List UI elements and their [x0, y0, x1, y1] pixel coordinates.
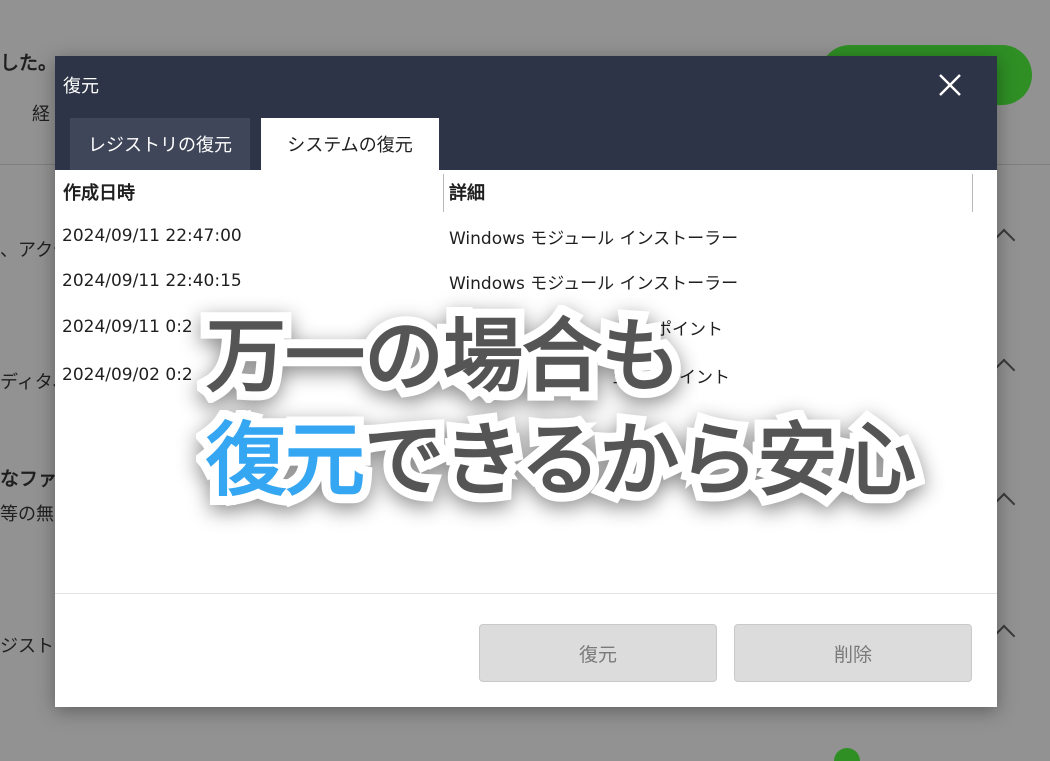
- column-resize-handle[interactable]: [972, 174, 973, 212]
- restore-button[interactable]: 復元: [479, 624, 717, 682]
- tab-system-restore[interactable]: システムの復元: [261, 118, 439, 170]
- row-date: 2024/09/11 0:2: [62, 317, 193, 337]
- footer-divider: [55, 593, 997, 594]
- close-icon: [939, 74, 961, 96]
- row-date: 2024/09/02 0:2: [62, 365, 193, 385]
- close-button[interactable]: [929, 64, 971, 106]
- dialog-title: 復元: [63, 76, 99, 97]
- tab-registry-restore[interactable]: レジストリの復元: [70, 118, 250, 170]
- overlay-headline-line-2: 復元できるから安心: [197, 396, 925, 516]
- column-header-detail[interactable]: 詳細: [449, 170, 969, 214]
- dialog-titlebar: 復元 レジストリの復元 システムの復元: [55, 56, 997, 170]
- column-header-created[interactable]: 作成日時: [63, 170, 443, 214]
- screen: した。 経 、アクセ ディタ、 なファー 等の無 ジスト 復元 レジストリの復元…: [0, 0, 1050, 761]
- overlay-headline-line-1: 万一の場合も: [197, 301, 690, 412]
- column-resize-handle[interactable]: [443, 174, 444, 212]
- overlay-accent-text: 復元: [197, 405, 374, 516]
- row-date: 2024/09/11 22:47:00: [62, 226, 242, 246]
- row-detail: Windows モジュール インストーラー: [449, 228, 739, 249]
- background-text: 等の無: [0, 504, 54, 525]
- background-text: ジスト: [0, 636, 54, 657]
- background-text: した。: [0, 52, 58, 74]
- table-row[interactable]: 2024/09/11 22:47:00 Windows モジュール インストーラ…: [55, 214, 997, 258]
- overlay-rest-text: できるから安心: [355, 405, 925, 516]
- delete-button[interactable]: 削除: [734, 624, 972, 682]
- check-icon: [834, 748, 860, 761]
- background-text: 経: [32, 104, 50, 125]
